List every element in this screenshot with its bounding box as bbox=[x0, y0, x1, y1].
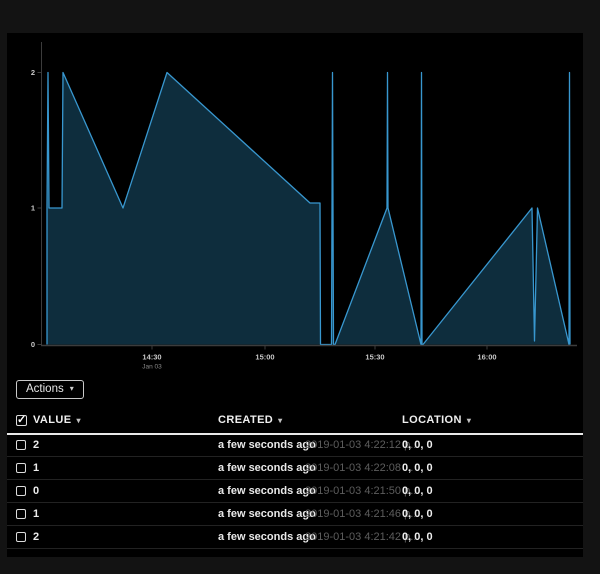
y-tick-label: 1 bbox=[31, 204, 35, 213]
select-all-checkbox[interactable]: ✓ bbox=[16, 415, 27, 426]
value-cell: 1 bbox=[33, 457, 39, 480]
row-checkbox[interactable] bbox=[16, 440, 26, 450]
actions-button[interactable]: Actions ▾ bbox=[16, 380, 84, 399]
created-timestamp-cell: 2019-01-03 4:22:08 ... bbox=[305, 457, 413, 480]
row-checkbox[interactable] bbox=[16, 463, 26, 473]
column-header-created[interactable]: CREATED ▾ bbox=[218, 414, 283, 426]
table-row[interactable]: 1 a few seconds ago2019-01-03 4:22:08 ...… bbox=[7, 457, 583, 480]
x-tick-date-label: Jan 03 bbox=[142, 364, 162, 371]
value-cell: 0 bbox=[33, 480, 39, 503]
row-checkbox[interactable] bbox=[16, 532, 26, 542]
table-row[interactable]: 1a few seconds ago2019-01-03 4:21:46 p..… bbox=[7, 503, 583, 526]
value-cell: 2 bbox=[33, 526, 39, 549]
value-time-area-chart: 0 1 2 14:30 Jan 03 15:00 15:30 16:00 bbox=[7, 33, 583, 373]
created-relative-cell: a few seconds ago bbox=[218, 526, 316, 549]
data-table: ✓ VALUE ▾ CREATED ▾ LOCATION ▾ 2 a few secon… bbox=[7, 407, 583, 549]
location-cell: 0, 0, 0 bbox=[402, 526, 433, 549]
sort-caret-icon: ▾ bbox=[76, 416, 80, 425]
actions-button-label: Actions bbox=[26, 383, 64, 395]
row-checkbox[interactable] bbox=[16, 509, 26, 519]
column-header-value[interactable]: VALUE ▾ bbox=[33, 414, 81, 426]
y-tick-label: 2 bbox=[31, 68, 35, 77]
column-header-value-label: VALUE bbox=[33, 414, 71, 426]
created-relative-cell: a few seconds ago bbox=[218, 457, 316, 480]
table-row[interactable]: 2a few seconds ago2019-01-03 4:22:12 p..… bbox=[7, 434, 583, 457]
created-relative-cell: a few seconds ago bbox=[218, 503, 316, 526]
column-header-created-label: CREATED bbox=[218, 414, 273, 426]
value-cell: 2 bbox=[33, 434, 39, 457]
table-row[interactable]: 0a few seconds ago2019-01-03 4:21:50 p..… bbox=[7, 480, 583, 503]
column-header-location-label: LOCATION bbox=[402, 414, 462, 426]
created-relative-cell: a few seconds ago bbox=[218, 434, 316, 457]
location-cell: 0, 0, 0 bbox=[402, 434, 433, 457]
x-tick-label: 14:30 bbox=[142, 353, 161, 362]
chart-area-fill bbox=[47, 73, 570, 345]
x-tick-label: 15:00 bbox=[255, 353, 274, 362]
location-cell: 0, 0, 0 bbox=[402, 503, 433, 526]
table-header-row: ✓ VALUE ▾ CREATED ▾ LOCATION ▾ bbox=[7, 407, 583, 434]
y-tick-label: 0 bbox=[31, 340, 35, 349]
screen: 01214:30Jan 0315:0015:3016:00 Actions ▾ … bbox=[0, 0, 600, 574]
caret-down-icon: ▾ bbox=[70, 385, 74, 393]
location-cell: 0, 0, 0 bbox=[402, 457, 433, 480]
content-panel: 01214:30Jan 0315:0015:3016:00 Actions ▾ … bbox=[7, 33, 583, 557]
created-relative-cell: a few seconds ago bbox=[218, 480, 316, 503]
location-cell: 0, 0, 0 bbox=[402, 480, 433, 503]
x-tick-label: 15:30 bbox=[365, 353, 384, 362]
column-header-location[interactable]: LOCATION ▾ bbox=[402, 414, 471, 426]
check-icon: ✓ bbox=[17, 413, 26, 426]
x-tick-label: 16:00 bbox=[477, 353, 496, 362]
value-cell: 1 bbox=[33, 503, 39, 526]
sort-caret-icon: ▾ bbox=[278, 416, 282, 425]
table-body: 2a few seconds ago2019-01-03 4:22:12 p..… bbox=[7, 434, 583, 549]
table-row[interactable]: 2a few seconds ago2019-01-03 4:21:42 p..… bbox=[7, 526, 583, 549]
row-checkbox[interactable] bbox=[16, 486, 26, 496]
sort-caret-icon: ▾ bbox=[467, 416, 471, 425]
